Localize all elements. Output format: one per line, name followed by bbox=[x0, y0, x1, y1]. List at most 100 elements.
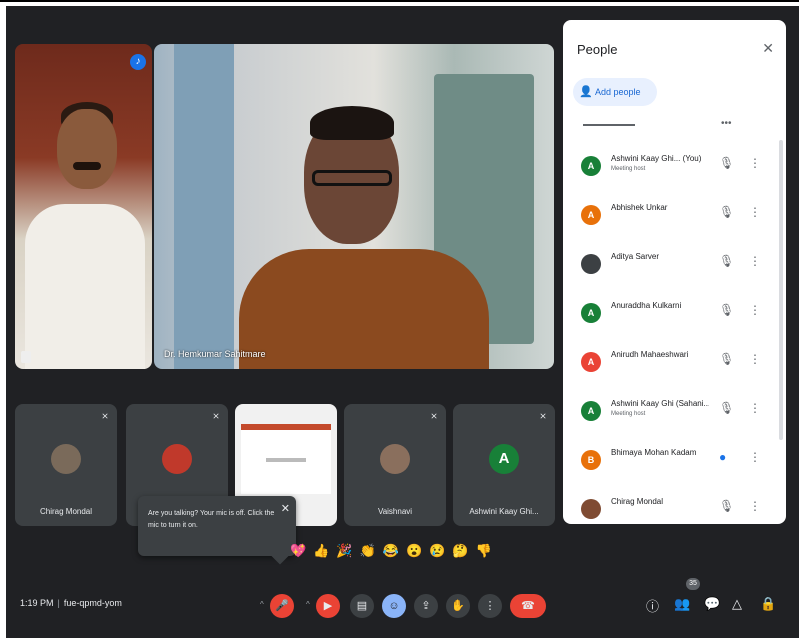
participant-row[interactable]: A Ashwini Kaay Ghi (Sahani... Meeting ho… bbox=[563, 391, 786, 440]
section-divider bbox=[583, 124, 635, 126]
avatar: A bbox=[581, 205, 601, 225]
mic-off-icon[interactable]: 🎙 bbox=[719, 401, 734, 415]
avatar bbox=[581, 254, 601, 274]
mic-off-icon[interactable]: 🎙 bbox=[719, 254, 734, 268]
participant-video-1[interactable]: ♪ bbox=[15, 44, 152, 369]
avatar: A bbox=[581, 303, 601, 323]
close-icon[interactable]: ✕ bbox=[762, 40, 774, 57]
participant-tile[interactable]: ⨯ Chirag Mondal bbox=[15, 404, 117, 526]
more-vert-icon[interactable]: ⋮ bbox=[749, 156, 761, 170]
more-vert-icon[interactable]: ⋮ bbox=[749, 499, 761, 513]
participant-row[interactable]: A Anirudh Mahaeshwari 🎙 ⋮ bbox=[563, 342, 786, 391]
speaking-indicator-icon: ♪ bbox=[130, 54, 146, 70]
participant-role: Meeting host bbox=[611, 166, 646, 172]
toast-tail bbox=[271, 547, 289, 565]
reactions-bar: 💖 👍 🎉 👏 😂 😮 😢 🤔 👎 bbox=[290, 541, 492, 561]
reaction-thumbs-down-icon[interactable]: 👎 bbox=[476, 541, 492, 561]
presentation-slide bbox=[241, 424, 331, 494]
participant-row[interactable]: Aditya Sarver 🎙 ⋮ bbox=[563, 244, 786, 293]
participant-name: Anuraddha Kulkarni bbox=[611, 301, 682, 310]
reaction-thinking-icon[interactable]: 🤔 bbox=[452, 541, 468, 561]
raise-hand-button[interactable]: ✋ bbox=[446, 594, 470, 618]
participant-row[interactable]: A Ashwini Kaay Ghi... (You) Meeting host… bbox=[563, 146, 786, 195]
people-panel: People ✕ 👤 Add people ••• A Ashwini Kaay… bbox=[563, 20, 786, 524]
panel-title: People bbox=[577, 42, 618, 57]
info-icon[interactable]: ⓘ bbox=[646, 596, 659, 615]
participant-name: Abhishek Unkar bbox=[611, 203, 668, 212]
meeting-info: 1:19 PM | fue-qpmd-yom bbox=[20, 598, 122, 608]
host-controls-icon[interactable]: 🔒 bbox=[760, 596, 776, 612]
captions-button[interactable]: ▤ bbox=[350, 594, 374, 618]
close-icon[interactable]: ✕ bbox=[281, 502, 290, 515]
avatar bbox=[162, 444, 192, 474]
mic-off-icon[interactable]: 🎙 bbox=[719, 156, 734, 170]
participant-row[interactable]: Chirag Mondal 🎙 ⋮ bbox=[563, 489, 786, 524]
video-figure-glasses bbox=[312, 170, 392, 186]
mic-off-icon[interactable]: 🎙 bbox=[719, 352, 734, 366]
mic-off-icon[interactable]: 🎙 bbox=[719, 303, 734, 317]
present-screen-button[interactable]: ⇪ bbox=[414, 594, 438, 618]
meeting-time: 1:19 PM bbox=[20, 598, 54, 608]
reaction-thumbs-up-icon[interactable]: 👍 bbox=[313, 541, 329, 561]
tile-name: Vaishnavi bbox=[377, 507, 413, 516]
add-person-icon: 👤 bbox=[579, 86, 593, 98]
more-vert-icon[interactable]: ⋮ bbox=[749, 303, 761, 317]
more-options-button[interactable]: ⋮ bbox=[478, 594, 502, 618]
video-figure-body bbox=[239, 249, 489, 369]
reactions-button[interactable]: ☺ bbox=[382, 594, 406, 618]
more-options-icon[interactable]: ••• bbox=[721, 118, 732, 129]
video-background-pillar bbox=[174, 44, 234, 369]
avatar bbox=[51, 444, 81, 474]
participant-tile[interactable]: ⨯ A Ashwini Kaay Ghi... bbox=[453, 404, 555, 526]
reaction-heart-icon[interactable]: 💖 bbox=[290, 541, 306, 561]
participant-tile[interactable]: ⨯ Vaishnavi bbox=[344, 404, 446, 526]
avatar: A bbox=[581, 352, 601, 372]
participant-video-2[interactable]: Dr. Hemkumar Sahitmare bbox=[154, 44, 554, 369]
more-vert-icon[interactable]: ⋮ bbox=[749, 254, 761, 268]
participant-name: Chirag Mondal bbox=[611, 497, 664, 506]
video-figure-head bbox=[57, 109, 117, 189]
reaction-sad-icon[interactable]: 😢 bbox=[429, 541, 445, 561]
chat-icon[interactable]: 💬 bbox=[704, 596, 720, 612]
avatar: A bbox=[489, 444, 519, 474]
chevron-up-icon[interactable]: ^ bbox=[260, 600, 264, 609]
tile-name: Chirag Mondal bbox=[39, 507, 93, 516]
participant-row[interactable]: B Bhimaya Mohan Kadam ● ⋮ bbox=[563, 440, 786, 489]
more-vert-icon[interactable]: ⋮ bbox=[749, 352, 761, 366]
mic-off-icon[interactable]: 🎙 bbox=[719, 499, 734, 513]
activities-icon[interactable]: △ bbox=[732, 596, 742, 612]
meeting-stage: ♪ Dr. Hemkumar Sahitmare ⨯ Chirag Mondal… bbox=[6, 6, 799, 638]
mic-off-icon: ⨯ bbox=[430, 411, 438, 421]
more-vert-icon[interactable]: ⋮ bbox=[749, 450, 761, 464]
participant-row[interactable]: A Abhishek Unkar 🎙 ⋮ bbox=[563, 195, 786, 244]
camera-toggle-button[interactable]: ▶ bbox=[316, 594, 340, 618]
participant-row[interactable]: A Anuraddha Kulkarni 🎙 ⋮ bbox=[563, 293, 786, 342]
top-border-line bbox=[0, 0, 799, 2]
slide-text-bar bbox=[266, 458, 306, 462]
reaction-surprised-icon[interactable]: 😮 bbox=[406, 541, 422, 561]
avatar: A bbox=[581, 156, 601, 176]
reaction-laugh-icon[interactable]: 😂 bbox=[383, 541, 399, 561]
pin-icon[interactable] bbox=[21, 351, 31, 363]
avatar: B bbox=[581, 450, 601, 470]
people-icon[interactable]: 👥 bbox=[674, 596, 690, 612]
more-vert-icon[interactable]: ⋮ bbox=[749, 401, 761, 415]
mic-toggle-button[interactable]: 🎤 bbox=[270, 594, 294, 618]
more-vert-icon[interactable]: ⋮ bbox=[749, 205, 761, 219]
chevron-up-icon[interactable]: ^ bbox=[306, 600, 310, 609]
leave-call-button[interactable]: ☎ bbox=[510, 594, 546, 618]
participant-name-label: Dr. Hemkumar Sahitmare bbox=[164, 349, 266, 359]
add-people-button[interactable]: 👤 Add people bbox=[573, 78, 657, 106]
video-figure-detail bbox=[73, 162, 101, 170]
reaction-party-icon[interactable]: 🎉 bbox=[336, 541, 352, 561]
mic-off-icon: ⨯ bbox=[101, 411, 109, 421]
reaction-clap-icon[interactable]: 👏 bbox=[360, 541, 376, 561]
video-figure-hair bbox=[310, 106, 394, 140]
participant-role: Meeting host bbox=[611, 411, 646, 417]
video-figure-body bbox=[25, 204, 145, 369]
participant-name: Ashwini Kaay Ghi... (You) bbox=[611, 154, 702, 163]
mic-off-icon[interactable]: 🎙 bbox=[719, 205, 734, 219]
participant-name: Aditya Sarver bbox=[611, 252, 660, 261]
mic-muted-toast: Are you talking? Your mic is off. Click … bbox=[138, 496, 296, 565]
people-count-badge: 35 bbox=[686, 578, 700, 590]
